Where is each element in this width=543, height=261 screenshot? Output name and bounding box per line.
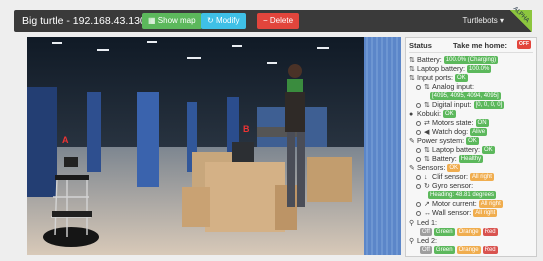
digital-input-badge: [0, 0, 0, 0] <box>473 101 505 110</box>
led1-green-button[interactable]: Green <box>433 228 455 237</box>
wall-sensor-badge: All right <box>473 209 498 218</box>
bullet-icon <box>416 84 421 90</box>
analog-input-badge: [4095, 4095, 4094, 4095] <box>430 92 501 101</box>
watch-dog-label: Watch dog: <box>432 127 469 136</box>
led2-buttons: Off Green Orange Red <box>418 245 498 255</box>
power-system-label: Power system: <box>417 136 465 145</box>
wall-sensor-row: ↔Wall sensor: All right <box>416 208 498 218</box>
modify-label: Modify <box>215 16 240 25</box>
delete-label: Delete <box>269 16 294 25</box>
wall-sensor-label: Wall sensor: <box>432 208 472 217</box>
alpha-corner-ribbon: ALPHA <box>510 6 532 32</box>
camera-photo: A B <box>27 37 401 255</box>
power-system-badge: OK <box>466 137 479 146</box>
motor-current-label: Motor current: <box>432 199 477 208</box>
clif-sensor-label: Clif sensor: <box>432 172 468 181</box>
show-map-button[interactable]: ▦ Show map <box>142 13 202 29</box>
analog-input-value-row: [4095, 4095, 4094, 4095] <box>428 91 501 101</box>
sensors-label: Sensors: <box>417 163 446 172</box>
top-bar: Big turtle - 192.168.43.130 ▦ Show map ↻… <box>14 6 532 32</box>
map-marker-icon: ⚲ <box>409 220 415 227</box>
ps-laptop-battery-badge: OK <box>481 146 495 155</box>
bullet-icon <box>416 129 421 135</box>
ps-battery-badge: Healthy <box>458 155 484 164</box>
watch-dog-badge: Alive <box>470 128 488 137</box>
bullet-icon <box>416 102 421 108</box>
led2-off-button[interactable]: Off <box>420 246 432 255</box>
digital-input-label: Digital input: <box>432 100 472 109</box>
robot-b-label: B <box>243 124 250 134</box>
input-ports-badge: OK <box>454 74 468 83</box>
clif-sensor-badge: All right <box>469 173 494 182</box>
bullet-icon <box>416 174 421 180</box>
kobuki-label: Kobuki: <box>417 109 441 118</box>
laptop-battery-label: Laptop battery: <box>417 64 465 73</box>
battery-badge: 100.0% (Charging) <box>443 56 499 65</box>
robot-a-label: A <box>62 135 69 145</box>
led1-off-button[interactable]: Off <box>420 228 432 237</box>
battery-label: Battery: <box>417 55 442 64</box>
ps-battery-label: Battery: <box>432 154 457 163</box>
kobuki-badge: OK <box>442 110 456 119</box>
bullet-icon <box>416 120 421 126</box>
status-header: Status Take me home: OFF <box>409 40 533 53</box>
delete-button[interactable]: − Delete <box>257 13 300 29</box>
bullet-icon <box>416 210 421 216</box>
warehouse-scene-image <box>27 37 401 255</box>
gyro-sensor-value-row: Heading: 48.81 degrees <box>426 190 497 200</box>
led1-buttons: Off Green Orange Red <box>418 227 498 237</box>
robot-title: Big turtle - 192.168.43.130 <box>22 15 146 27</box>
take-me-home-label: Take me home: <box>453 41 508 50</box>
refresh-icon: ↻ <box>207 16 216 25</box>
led2-label: Led 2: <box>417 236 437 245</box>
map-icon: ▦ <box>148 16 158 25</box>
show-map-label: Show map <box>157 16 196 25</box>
led2-orange-button[interactable]: Orange <box>456 246 481 255</box>
motors-state-badge: ON <box>475 119 489 128</box>
gyro-sensor-badge: Heading: 48.81 degrees <box>428 191 497 200</box>
status-heading: Status <box>409 41 432 50</box>
input-ports-label: Input ports: <box>417 73 453 82</box>
modify-button[interactable]: ↻ Modify <box>201 13 246 29</box>
ps-laptop-battery-label: Laptop battery: <box>432 145 480 154</box>
bullet-icon <box>416 201 421 207</box>
bullet-icon <box>416 183 421 189</box>
bullet-icon <box>416 156 421 162</box>
map-marker-icon: ⚲ <box>409 238 415 245</box>
bullet-icon <box>416 147 421 153</box>
motors-state-label: Motors state: <box>432 118 474 127</box>
status-panel: Status Take me home: OFF ⇅ Battery: 100.0%… <box>405 37 537 257</box>
alpha-label: ALPHA <box>512 5 531 25</box>
led2-red-button[interactable]: Red <box>482 246 498 255</box>
led2-green-button[interactable]: Green <box>433 246 455 255</box>
sensors-badge: OK <box>447 164 461 173</box>
robot-dropdown[interactable]: Turtlebots ▾ <box>462 16 504 25</box>
gyro-sensor-label: Gyro sensor: <box>432 181 474 190</box>
take-me-home-toggle[interactable]: OFF <box>517 40 531 49</box>
led1-label: Led 1: <box>417 218 437 227</box>
analog-input-label: Analog input: <box>432 82 474 91</box>
led1-orange-button[interactable]: Orange <box>456 228 481 237</box>
laptop-battery-badge: 100.0% <box>466 65 492 74</box>
motor-current-badge: All right <box>478 200 503 209</box>
minus-icon: − <box>263 16 270 25</box>
led1-red-button[interactable]: Red <box>482 228 498 237</box>
arrows-horizontal-icon: ↔ <box>424 210 431 217</box>
